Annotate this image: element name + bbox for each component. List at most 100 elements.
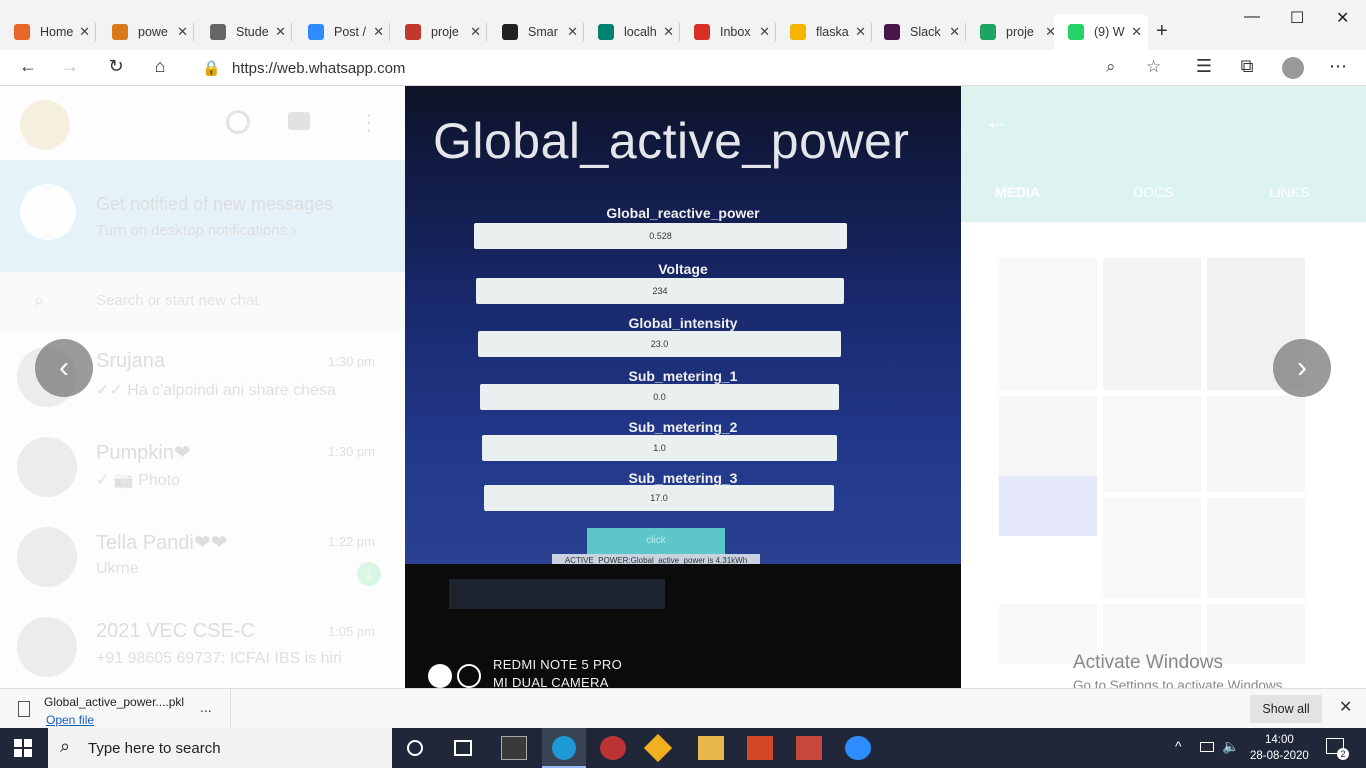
close-window-icon[interactable]: ✕ xyxy=(1336,8,1349,28)
close-tab-icon[interactable]: ✕ xyxy=(177,24,188,40)
browser-tab[interactable]: Smar ✕ xyxy=(488,18,584,46)
new-chat-icon[interactable] xyxy=(288,112,310,130)
my-avatar[interactable] xyxy=(20,100,70,150)
close-tab-icon[interactable]: ✕ xyxy=(79,24,90,40)
file-explorer-icon[interactable] xyxy=(698,736,724,760)
show-all-button[interactable]: Show all xyxy=(1250,695,1322,723)
terminal-icon[interactable] xyxy=(501,736,527,760)
close-tab-icon[interactable]: ✕ xyxy=(1131,24,1142,40)
close-tab-icon[interactable]: ✕ xyxy=(470,24,481,40)
browser-tab[interactable]: flaska ✕ xyxy=(776,18,872,46)
battery-icon[interactable] xyxy=(1200,742,1214,752)
activation-title: Activate Windows xyxy=(1073,652,1223,673)
chat-row[interactable]: Pumpkin❤ 1:30 pm ✓ 📷 Photo xyxy=(0,422,405,512)
close-tab-icon[interactable]: ✕ xyxy=(759,24,770,40)
previous-media-button[interactable]: ‹ xyxy=(35,339,93,397)
browser-tab[interactable]: powe ✕ xyxy=(98,18,194,46)
close-tab-icon[interactable]: ✕ xyxy=(567,24,578,40)
chat-name: Tella Pandi❤❤ xyxy=(96,532,228,554)
browser-tab[interactable]: Post / ✕ xyxy=(294,18,390,46)
search-input[interactable]: Search or start new chat xyxy=(96,292,259,309)
photo-page-title: Global_active_power xyxy=(433,113,910,169)
media-thumb[interactable] xyxy=(1103,498,1201,598)
maximize-icon[interactable]: ☐ xyxy=(1290,8,1304,28)
browser-tab[interactable]: (9) W ✕ xyxy=(1054,14,1148,50)
click-button: click xyxy=(587,528,725,554)
tab-title: proje xyxy=(1006,25,1034,39)
browser-tab[interactable]: proje ✕ xyxy=(966,18,1062,46)
browser-tab[interactable]: proje ✕ xyxy=(391,18,487,46)
tab-media[interactable]: MEDIA xyxy=(995,184,1040,200)
notification-banner[interactable]: Get notified of new messages Turn on des… xyxy=(0,160,405,272)
favorite-star-icon[interactable]: ☆ xyxy=(1146,57,1161,77)
photo-taskbar xyxy=(449,579,665,609)
taskbar-search[interactable]: ⌕ Type here to search xyxy=(48,728,392,768)
activation-watermark: Activate Windows Go to Settings to activ… xyxy=(1073,652,1286,693)
back-icon[interactable]: ← xyxy=(16,56,40,77)
close-tab-icon[interactable]: ✕ xyxy=(855,24,866,40)
chat-time: 1:05 pm xyxy=(328,624,375,639)
banner-subtitle[interactable]: Turn on desktop notifications › xyxy=(96,222,296,239)
favorites-icon[interactable]: ☰ xyxy=(1192,56,1216,77)
task-view-icon[interactable] xyxy=(454,740,472,756)
settings-more-icon[interactable]: ⋯ xyxy=(1326,56,1350,77)
zoom-app-icon[interactable] xyxy=(845,736,871,760)
windows-start-icon[interactable] xyxy=(14,739,32,757)
media-thumb[interactable] xyxy=(999,476,1097,536)
edge-taskbar-active[interactable] xyxy=(542,728,586,768)
media-thumb[interactable] xyxy=(1207,396,1305,492)
powerpoint-icon[interactable] xyxy=(747,736,773,760)
app-icon[interactable] xyxy=(796,736,822,760)
next-media-button[interactable]: › xyxy=(1273,339,1331,397)
camera-model: REDMI NOTE 5 PRO xyxy=(493,657,623,672)
banner-title: Get notified of new messages xyxy=(96,194,334,214)
close-downloads-icon[interactable]: ✕ xyxy=(1339,697,1352,717)
url-text[interactable]: https://web.whatsapp.com xyxy=(232,60,405,77)
browser-tab[interactable]: Stude ✕ xyxy=(196,18,292,46)
media-thumb[interactable] xyxy=(1103,396,1201,492)
refresh-icon[interactable]: ↻ xyxy=(104,56,128,77)
media-header: ← MEDIA DOCS LINKS xyxy=(961,86,1366,222)
close-tab-icon[interactable]: ✕ xyxy=(663,24,674,40)
media-thumb[interactable] xyxy=(999,258,1097,390)
media-thumb[interactable] xyxy=(1103,258,1201,390)
address-bar[interactable]: 🔒 https://web.whatsapp.com ⌕ ☆ xyxy=(188,52,1178,84)
forward-icon[interactable]: → xyxy=(58,56,82,77)
git-icon[interactable] xyxy=(643,733,673,763)
close-tab-icon[interactable]: ✕ xyxy=(949,24,960,40)
clock[interactable]: 14:00 28-08-2020 xyxy=(1250,732,1309,764)
zoom-icon[interactable]: ⌕ xyxy=(1106,57,1116,77)
chat-row[interactable]: Tella Pandi❤❤ 1:22 pm Ukrne 1 xyxy=(0,512,405,602)
minimize-icon[interactable]: — xyxy=(1244,8,1260,26)
home-icon[interactable]: ⌂ xyxy=(148,56,172,77)
back-arrow-icon[interactable]: ← xyxy=(985,108,1009,136)
spider-icon[interactable] xyxy=(600,736,626,760)
menu-icon[interactable]: ⋮ xyxy=(358,110,380,136)
field-value: 0.0 xyxy=(480,384,839,410)
media-thumb[interactable] xyxy=(1207,498,1305,598)
browser-tab[interactable]: localh ✕ xyxy=(584,18,680,46)
browser-tab[interactable]: Home ✕ xyxy=(0,18,96,46)
unread-badge: 1 xyxy=(357,562,381,586)
open-file-link[interactable]: Open file xyxy=(46,713,94,727)
taskbar-search-input[interactable]: Type here to search xyxy=(88,740,221,757)
field-label: Sub_metering_1 xyxy=(628,368,738,384)
browser-tab[interactable]: Inbox ✕ xyxy=(680,18,776,46)
close-tab-icon[interactable]: ✕ xyxy=(275,24,286,40)
download-file-name[interactable]: Global_active_power....pkl xyxy=(44,695,184,709)
collections-icon[interactable]: ⧉ xyxy=(1235,56,1259,77)
profile-avatar[interactable] xyxy=(1282,57,1304,79)
volume-icon[interactable]: 🔈 xyxy=(1222,738,1239,755)
close-tab-icon[interactable]: ✕ xyxy=(373,24,384,40)
tray-expand-icon[interactable]: ^ xyxy=(1175,738,1182,754)
new-tab-button[interactable]: + xyxy=(1156,20,1168,43)
status-icon[interactable] xyxy=(226,110,250,134)
field-value: 23.0 xyxy=(478,331,841,357)
chat-row[interactable]: 2021 VEC CSE-C 1:05 pm +91 98605 69737: IC… xyxy=(0,602,405,688)
tab-docs[interactable]: DOCS xyxy=(1133,184,1173,200)
cortana-icon[interactable] xyxy=(407,740,423,756)
tab-links[interactable]: LINKS xyxy=(1269,184,1309,200)
gmail-icon xyxy=(694,24,710,40)
browser-tab[interactable]: Slack ✕ xyxy=(870,18,966,46)
download-more-button[interactable]: ... xyxy=(200,699,212,715)
